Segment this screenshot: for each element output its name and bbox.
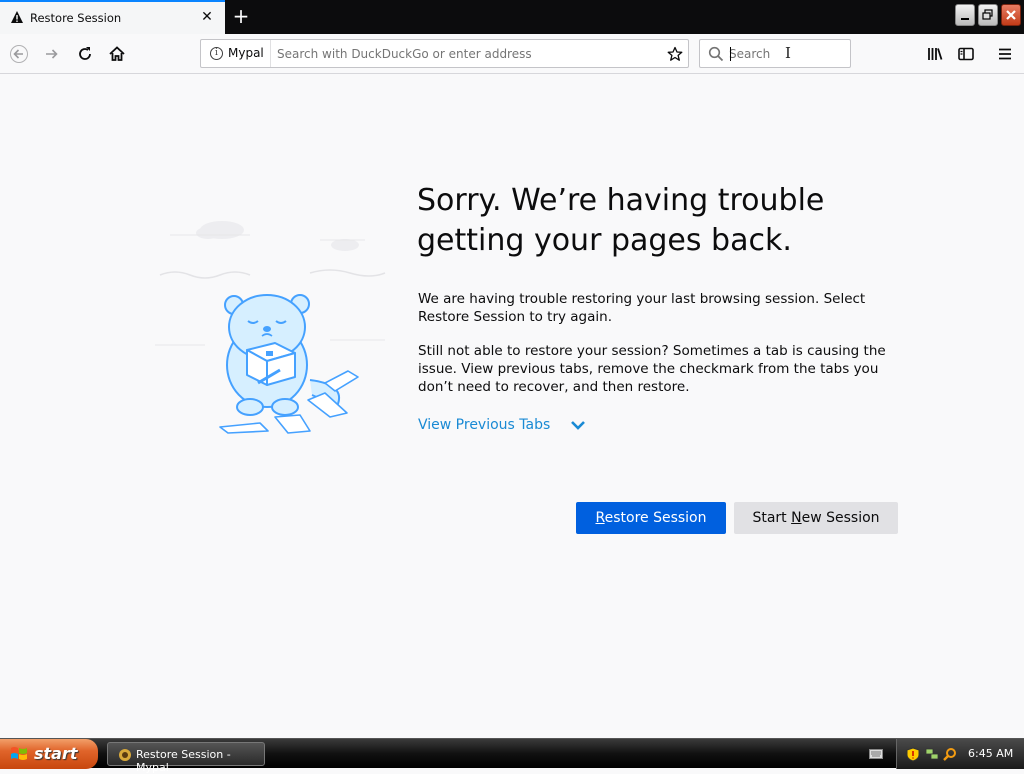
- windows-flag-icon: [11, 747, 27, 760]
- forward-icon: [46, 49, 58, 59]
- menu-button[interactable]: [991, 40, 1019, 68]
- library-icon: [928, 48, 943, 60]
- new-session-label-pre: Start: [752, 510, 792, 526]
- sidebar-icon: [958, 47, 974, 61]
- taskbar-item-label: Restore Session - Mypal: [136, 748, 231, 774]
- description-text: We are having trouble restoring your las…: [418, 291, 866, 325]
- url-input[interactable]: [277, 43, 657, 64]
- view-previous-tabs-link[interactable]: View Previous Tabs: [418, 417, 550, 433]
- close-window-button[interactable]: [1001, 4, 1021, 26]
- url-bar[interactable]: i Mypal: [200, 39, 689, 68]
- restore-window-button[interactable]: [978, 4, 998, 26]
- tab-title: Restore Session: [30, 11, 122, 25]
- menu-icon: [999, 48, 1011, 60]
- home-icon: [109, 46, 125, 61]
- site-identity-button[interactable]: i Mypal: [201, 40, 271, 67]
- restore-accel-key: R: [595, 510, 605, 526]
- tab-restore-session[interactable]: Restore Session ✕: [0, 0, 225, 34]
- reload-button[interactable]: [71, 40, 99, 68]
- info-icon: i: [210, 47, 223, 60]
- new-tab-button[interactable]: +: [229, 5, 253, 27]
- navigation-toolbar: i Mypal I: [0, 34, 1024, 74]
- new-session-accel-key: N: [791, 510, 802, 526]
- start-button[interactable]: start: [0, 739, 98, 769]
- new-session-label-post: ew Session: [801, 510, 880, 526]
- tab-strip: Restore Session ✕ +: [0, 0, 1024, 34]
- back-button[interactable]: [5, 40, 33, 68]
- home-button[interactable]: [103, 40, 131, 68]
- minimize-button[interactable]: [955, 4, 975, 26]
- taskbar-item-mypal[interactable]: Restore Session - Mypal: [107, 742, 265, 774]
- sad-bear-illustration: [155, 221, 386, 434]
- search-icon: [708, 46, 724, 62]
- keyboard-icon[interactable]: [869, 749, 883, 759]
- restore-label-post: estore Session: [604, 510, 707, 526]
- reload-icon: [79, 47, 91, 60]
- system-tray: 6:45 AM: [896, 739, 1024, 769]
- minimize-icon: [961, 18, 969, 20]
- warning-icon: [11, 11, 23, 23]
- site-identity-label: Mypal: [228, 46, 264, 60]
- mypal-app-icon: [119, 749, 131, 761]
- search-bar[interactable]: I: [699, 39, 851, 68]
- shield-icon[interactable]: [906, 747, 920, 762]
- close-icon[interactable]: ✕: [199, 8, 215, 26]
- taskbar: start Restore Session - Mypal 6:45 AM: [0, 738, 1024, 774]
- star-icon[interactable]: [667, 46, 683, 62]
- forward-button[interactable]: [38, 40, 66, 68]
- close-window-icon: [1006, 10, 1016, 20]
- help-text: Still not able to restore your session? …: [418, 343, 886, 395]
- clock: 6:45 AM: [968, 747, 1014, 760]
- restore-window-icon: [982, 9, 993, 20]
- library-button[interactable]: [921, 40, 949, 68]
- sidebar-button[interactable]: [952, 40, 980, 68]
- network-icon[interactable]: [925, 747, 939, 761]
- back-icon: [10, 45, 28, 63]
- start-new-session-button[interactable]: Start New Session: [734, 502, 898, 534]
- start-label: start: [34, 744, 78, 763]
- restore-session-button[interactable]: Restore Session: [576, 502, 726, 534]
- mouse-cursor-ibeam: I: [785, 44, 791, 62]
- page-title: Sorry. We’re having trouble getting your…: [417, 183, 825, 258]
- text-caret: [730, 47, 731, 61]
- search-icon[interactable]: [943, 747, 957, 761]
- chevron-down-icon[interactable]: [570, 418, 586, 432]
